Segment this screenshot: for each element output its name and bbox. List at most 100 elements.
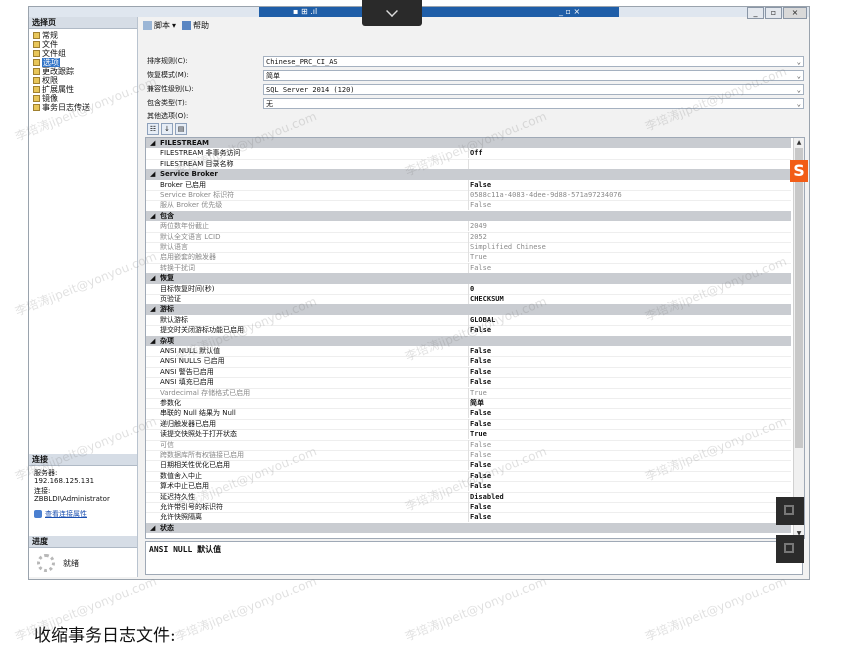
- page-item[interactable]: 常规: [33, 31, 137, 40]
- page-item[interactable]: 文件组: [33, 49, 137, 58]
- scroll-thumb[interactable]: [795, 148, 803, 448]
- property-value[interactable]: GLOBAL: [470, 315, 788, 325]
- column-divider: [468, 252, 469, 263]
- property-name: 页验证: [160, 295, 181, 303]
- progress-status: 就绪: [63, 558, 79, 568]
- property-value[interactable]: False: [470, 512, 788, 522]
- property-value[interactable]: False: [470, 356, 788, 366]
- property-name: 允许快照隔离: [160, 513, 202, 522]
- column-divider: [468, 460, 469, 471]
- page-item-label: 文件: [42, 40, 58, 49]
- property-value[interactable]: CHECKSUM: [470, 294, 788, 304]
- page-icon: [33, 41, 40, 48]
- column-divider: [468, 450, 469, 460]
- property-value[interactable]: False: [470, 440, 788, 450]
- property-value[interactable]: False: [470, 481, 788, 491]
- property-value[interactable]: True: [470, 388, 788, 398]
- property-value[interactable]: 0: [470, 284, 788, 294]
- page-item[interactable]: 更改跟踪: [33, 67, 137, 76]
- property-value[interactable]: False: [470, 502, 788, 512]
- grid-category-row[interactable]: ◢ 恢复: [146, 273, 791, 284]
- collapse-icon[interactable]: ◢: [150, 169, 155, 179]
- side-tool-icon[interactable]: [776, 497, 804, 525]
- script-button[interactable]: 脚本 ▾: [143, 20, 176, 31]
- property-name: 允许带引号的标识符: [160, 503, 223, 511]
- view-connection-properties-link[interactable]: 查看连接属性: [45, 509, 87, 519]
- property-value[interactable]: 简单: [470, 398, 788, 408]
- property-value[interactable]: False: [470, 180, 788, 190]
- collation-select[interactable]: Chinese_PRC_CI_AS ⌄: [263, 55, 804, 67]
- watermark-text: 李培涛jipeit@yonyou.com: [403, 574, 549, 644]
- property-value[interactable]: 2049: [470, 221, 788, 231]
- property-name: 服从 Broker 优先级: [160, 201, 223, 210]
- property-value[interactable]: 2052: [470, 232, 788, 242]
- property-value[interactable]: Off: [470, 148, 788, 158]
- column-divider: [468, 294, 469, 304]
- property-value[interactable]: False: [470, 325, 788, 335]
- collapse-icon[interactable]: ◢: [150, 211, 155, 221]
- page-item[interactable]: 镜像: [33, 94, 137, 103]
- property-value[interactable]: Simplified Chinese: [470, 242, 788, 252]
- alphabetical-icon[interactable]: ↓: [161, 123, 173, 135]
- property-value[interactable]: False: [470, 346, 788, 356]
- page-icon: [33, 104, 40, 111]
- property-value[interactable]: False: [470, 367, 788, 377]
- property-value[interactable]: False: [470, 471, 788, 481]
- property-value[interactable]: False: [470, 408, 788, 418]
- chevron-down-icon: ⌄: [796, 85, 801, 94]
- collapse-chevron-icon[interactable]: [362, 0, 422, 26]
- watermark-text: 李培涛jipeit@yonyou.com: [173, 574, 319, 644]
- property-value[interactable]: True: [470, 252, 788, 262]
- grid-scrollbar[interactable]: ▲ ▼: [793, 138, 804, 538]
- property-value[interactable]: False: [470, 450, 788, 460]
- page-item-label: 更改跟踪: [42, 67, 74, 76]
- collapse-icon[interactable]: ◢: [150, 138, 155, 148]
- grid-category-row[interactable]: ◢ 游标: [146, 304, 791, 315]
- property-grid: ◢ FILESTREAM FILESTREAM 非事务访问 Off FILESTREAM…: [145, 137, 805, 539]
- chevron-down-icon: ▾: [172, 20, 177, 30]
- page-item[interactable]: 文件: [33, 40, 137, 49]
- collapse-icon[interactable]: ◢: [150, 523, 155, 533]
- grid-category-row[interactable]: ◢ 包含: [146, 210, 791, 222]
- property-value[interactable]: 0588c11a-4083-4dee-9d88-571a97234076: [470, 190, 788, 200]
- column-divider: [468, 190, 469, 200]
- connection-section: 连接 服务器: 192.168.125.131 连接: ZBBLDI\Admin…: [29, 454, 137, 519]
- chevron-down-icon: ⌄: [796, 57, 801, 66]
- column-divider: [468, 387, 469, 398]
- categorized-icon[interactable]: ☷: [147, 123, 159, 135]
- caption-text: 收缩事务日志文件:: [34, 626, 176, 646]
- property-name: 状态: [160, 523, 174, 532]
- left-pane: 选择页 常规 文件 文件组 选项 更改跟踪 权限 扩展属性 镜像 事务日志传送 连接 服务器: …: [29, 17, 138, 577]
- collapse-icon[interactable]: ◢: [150, 336, 155, 346]
- page-item[interactable]: 选项: [33, 58, 137, 67]
- collapse-icon[interactable]: ◢: [150, 304, 155, 314]
- recovery-model-select[interactable]: 简单 ⌄: [263, 69, 804, 81]
- property-value[interactable]: False: [470, 419, 788, 429]
- page-item[interactable]: 事务日志传送: [33, 103, 137, 112]
- property-name: 恢复: [160, 274, 174, 283]
- property-value[interactable]: False: [470, 460, 788, 470]
- server-value: 192.168.125.131: [34, 477, 95, 485]
- grid-category-row[interactable]: ◢ Service Broker: [146, 169, 791, 180]
- property-pages-icon[interactable]: ▤: [175, 123, 187, 135]
- restore-icon[interactable]: ▪ ⊞ .ıl: [293, 7, 317, 17]
- grid-category-row[interactable]: ◢ 状态: [146, 522, 791, 534]
- property-value[interactable]: False: [470, 377, 788, 387]
- property-name: FILESTREAM 目录名称: [160, 159, 234, 168]
- property-value[interactable]: False: [470, 263, 788, 273]
- collapse-icon[interactable]: ◢: [150, 273, 155, 283]
- help-button[interactable]: 帮助: [182, 20, 209, 31]
- s-logo-icon[interactable]: S: [790, 160, 808, 182]
- scroll-up-icon[interactable]: ▲: [794, 138, 804, 147]
- grid-category-row[interactable]: ◢ 杂项: [146, 335, 791, 346]
- containment-select[interactable]: 无 ⌄: [263, 97, 804, 109]
- page-item[interactable]: 权限: [33, 76, 137, 85]
- side-tool-icon[interactable]: [776, 535, 804, 563]
- minimize-icon[interactable]: _ ▫ ×: [559, 7, 580, 17]
- property-value[interactable]: Disabled: [470, 492, 788, 502]
- property-value[interactable]: True: [470, 429, 788, 439]
- page-item[interactable]: 扩展属性: [33, 85, 137, 94]
- compat-level-select[interactable]: SQL Server 2014 (120) ⌄: [263, 83, 804, 95]
- grid-category-row[interactable]: ◢ FILESTREAM: [146, 138, 791, 149]
- property-value[interactable]: False: [470, 200, 788, 210]
